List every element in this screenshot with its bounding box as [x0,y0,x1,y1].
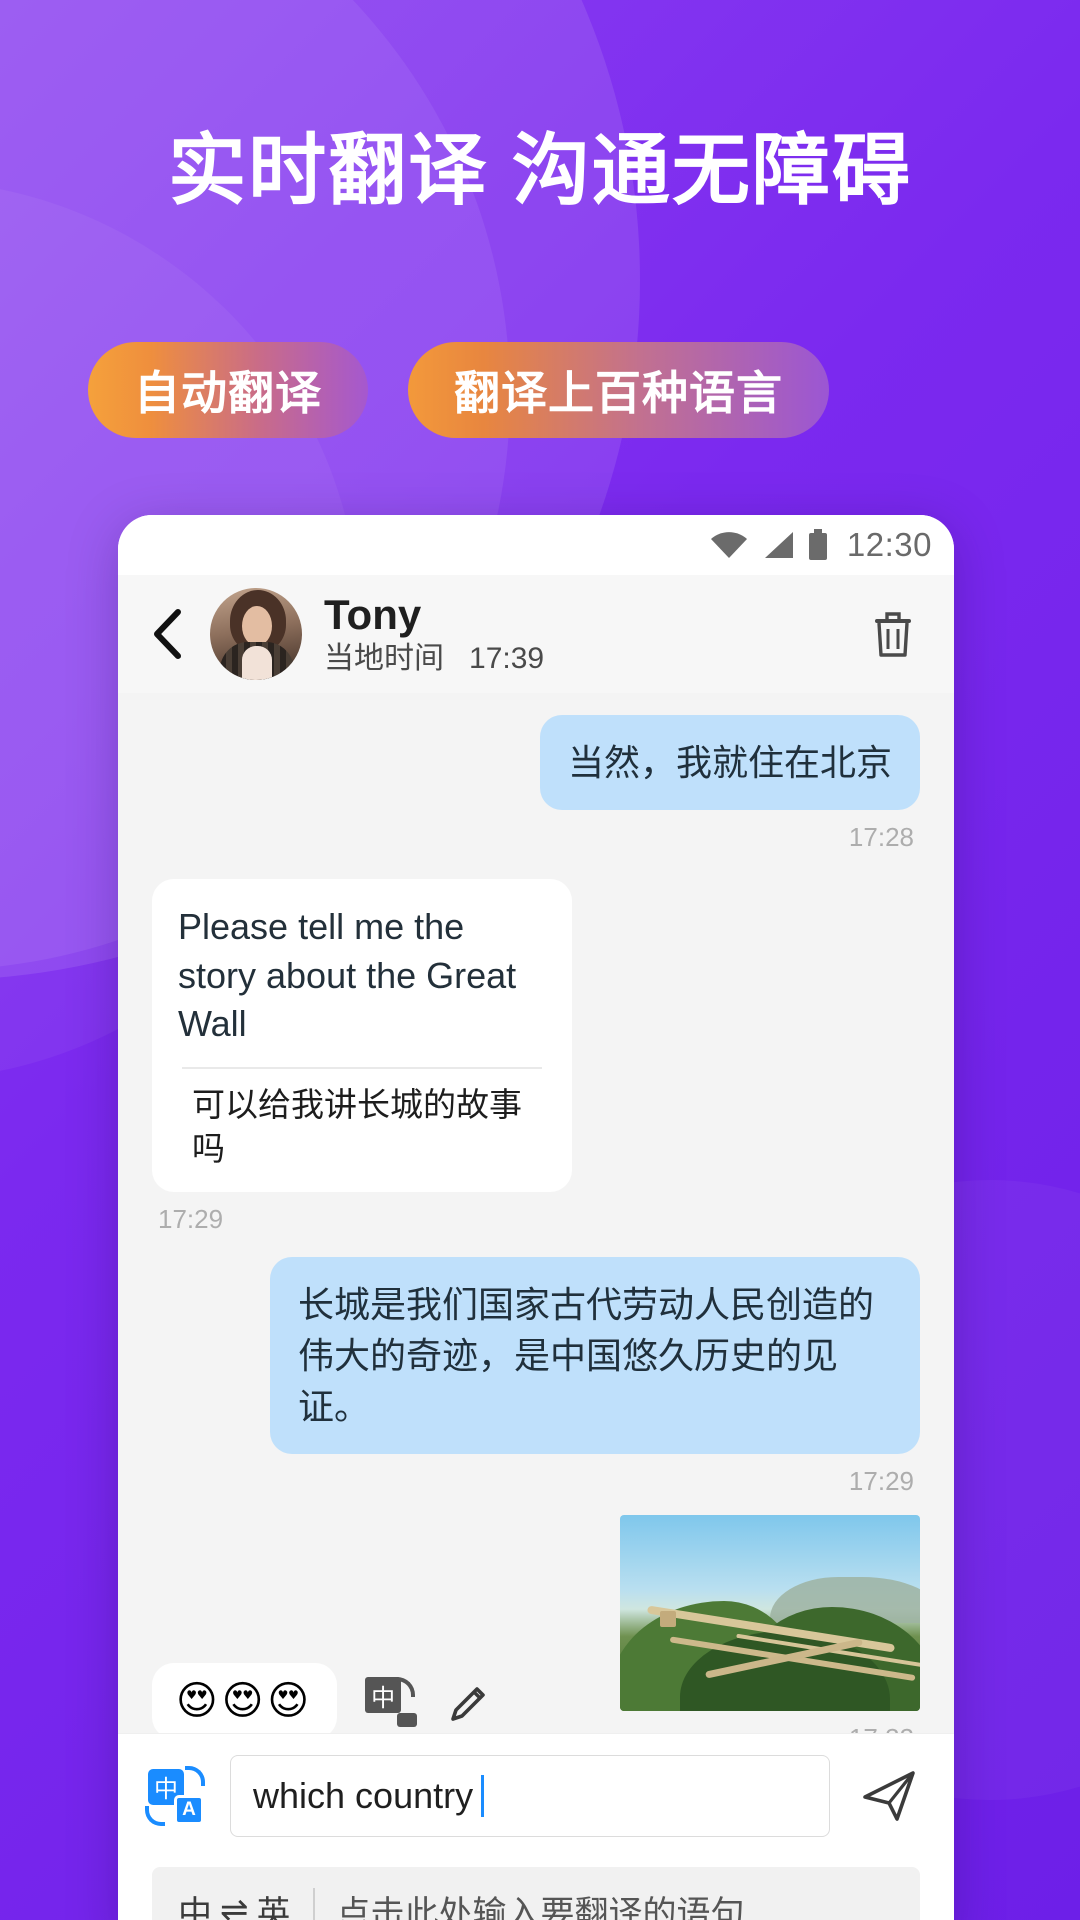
chat-header-text: Tony 当地时间 17:39 [324,591,862,677]
chat-header: Tony 当地时间 17:39 [118,575,954,693]
language-pair-selector[interactable]: 中 ⇌ 英 [178,1886,291,1920]
lang-from: 中 [178,1894,212,1920]
translate-icon-en: A [174,1794,204,1825]
divider [312,1888,315,1920]
message-row: 长城是我们国家古代劳动人民创造的伟大的奇迹，是中国悠久历史的见证。 [152,1256,920,1455]
translation-divider [182,1066,542,1069]
promo-page: 实时翻译 沟通无障碍 自动翻译 翻译上百种语言 12:30 Tony 当地时间 … [0,0,1080,1920]
pencil-icon[interactable] [445,1681,491,1727]
message-timestamp-row: 17:29 [152,1192,920,1235]
translate-toggle-icon[interactable]: 中 A [144,1765,206,1827]
great-wall-photo[interactable] [620,1515,920,1712]
message-timestamp: 17:29 [848,1466,914,1497]
message-source-text: Please tell me the story about the Great… [178,906,517,1045]
outgoing-text-bubble[interactable]: 当然，我就住在北京 [539,715,920,811]
feature-pill-hundred-languages: 翻译上百种语言 [408,342,829,438]
translate-input-bar: 中 ⇌ 英 点击此处输入要翻译的语句 [118,1857,954,1920]
message-timestamp: 17:32 [843,1711,920,1733]
outgoing-text-bubble[interactable]: 长城是我们国家古代劳动人民创造的伟大的奇迹，是中国悠久历史的见证。 [270,1256,920,1455]
delete-conversation-button[interactable] [862,603,924,665]
promo-feature-pills: 自动翻译 翻译上百种语言 [0,342,1080,438]
conversation-list[interactable]: 当然，我就住在北京 17:28 Please tell me the story… [118,693,954,1733]
message-row: 当然，我就住在北京 [152,715,920,811]
translate-input-field[interactable]: 中 ⇌ 英 点击此处输入要翻译的语句 [152,1867,920,1920]
status-bar: 12:30 [118,515,954,575]
contact-local-time: 当地时间 17:39 [324,642,862,677]
send-button[interactable] [854,1761,924,1831]
local-time-value: 17:39 [469,642,545,676]
local-time-label: 当地时间 [324,642,444,676]
wifi-icon [709,530,749,560]
promo-headline: 实时翻译 沟通无障碍 [168,126,912,214]
text-cursor [481,1774,485,1817]
signal-icon [761,530,795,560]
message-row: Please tell me the story about the Great… [152,879,920,1192]
contact-name: Tony [324,591,422,639]
message-input-bar: 中 A which country [118,1733,954,1857]
message-translated-text: 可以给我讲长城的故事吗 [192,1085,522,1168]
message-timestamp-row: 17:29 [152,1454,920,1497]
swap-languages-icon[interactable]: ⇌ [220,1890,249,1920]
back-button[interactable] [138,604,198,664]
feature-pill-auto-translate: 自动翻译 [88,342,368,438]
translate-input-placeholder: 点击此处输入要翻译的语句 [336,1894,745,1920]
message-tool-strip: 😍😍😍 中 [152,1663,491,1733]
lang-to: 英 [256,1894,291,1920]
message-timestamp: 17:29 [158,1203,224,1234]
phone-mockup: 12:30 Tony 当地时间 17:39 当然，我就住在北京 17:28 Pl… [118,515,954,1920]
status-bar-time: 12:30 [846,526,932,563]
emoji-reaction-bubble[interactable]: 😍😍😍 [152,1663,338,1733]
message-input[interactable]: which country [230,1754,830,1837]
chinese-translate-icon[interactable]: 中 [365,1677,418,1729]
message-input-value: which country [253,1774,474,1816]
avatar[interactable] [210,588,302,680]
message-timestamp-row: 17:28 [152,810,920,853]
battery-icon [807,529,829,561]
incoming-translated-bubble[interactable]: Please tell me the story about the Great… [152,879,572,1192]
message-timestamp: 17:28 [848,822,914,853]
